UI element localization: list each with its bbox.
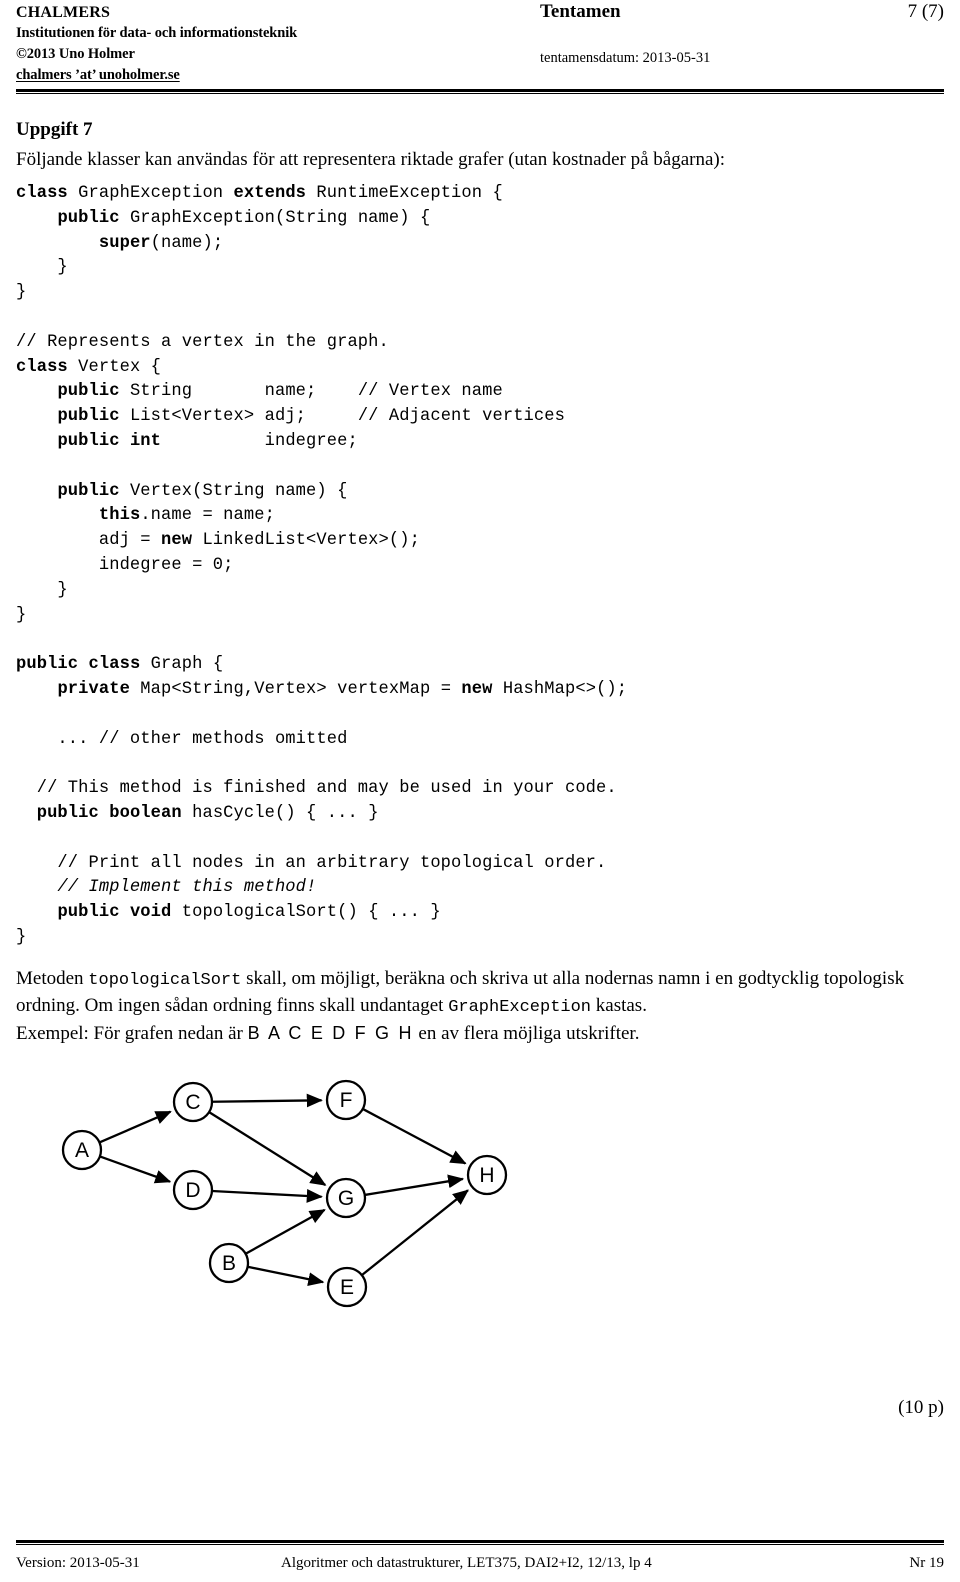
graph-node-label: F: [340, 1089, 353, 1112]
graph-edge-c-to-f: [211, 1093, 323, 1108]
header-left-block: CHALMERS Institutionen för data- och inf…: [16, 2, 297, 86]
task-points: (10 p): [898, 1397, 944, 1418]
graph-node-h: H: [466, 1155, 508, 1196]
graph-node-e: E: [326, 1267, 368, 1308]
directed-graph-figure: A B C D E F G H: [16, 1060, 944, 1310]
graph-node-d: D: [172, 1170, 214, 1211]
page-indicator: 7 (7): [907, 1, 944, 22]
graph-edge-layer: [98, 1093, 469, 1287]
desc-p2-part-a: Exempel: För grafen nedan är: [16, 1022, 248, 1044]
graph-node-label: H: [479, 1164, 494, 1187]
header-center-block: Tentamen tentamensdatum: 2013-05-31: [540, 0, 710, 68]
department-name: Institutionen för data- och informations…: [16, 25, 298, 41]
graph-edge-b-to-e: [247, 1265, 325, 1287]
task-intro: Följande klasser kan användas för att re…: [16, 149, 726, 170]
desc-method-name: topologicalSort: [88, 970, 242, 990]
footer-divider-thin: [16, 1544, 944, 1545]
graph-node-c: C: [172, 1082, 214, 1123]
task-title: Uppgift 7: [16, 119, 93, 140]
copyright-line: ©2013 Uno Holmer: [16, 46, 135, 62]
footer-course: Algoritmer och datastrukturer, LET375, D…: [281, 1555, 652, 1571]
desc-p1-part-a: Metoden: [16, 967, 89, 989]
footer-number: Nr 19: [909, 1555, 944, 1571]
footer-divider-thick: [16, 1540, 944, 1543]
graph-node-label: A: [75, 1139, 89, 1162]
desc-p1-part-c: kastas.: [591, 995, 647, 1017]
graph-node-label: D: [185, 1179, 200, 1202]
graph-node-label: G: [338, 1187, 354, 1210]
graph-edge-b-to-g: [245, 1209, 326, 1255]
graph-node-label: C: [185, 1091, 200, 1114]
page-header: CHALMERS Institutionen för data- och inf…: [16, 0, 944, 92]
task-content: Uppgift 7 Följande klasser kan användas …: [16, 118, 944, 1310]
header-divider-thin: [16, 93, 944, 94]
graph-edge-c-to-g: [208, 1111, 327, 1187]
description-paragraph-2: Exempel: För grafen nedan är B A C E D F…: [16, 1021, 944, 1047]
page-footer: Version: 2013-05-31 Algoritmer och datas…: [16, 1552, 944, 1576]
topological-order-example: B A C E D F G H: [247, 1022, 414, 1043]
graph-edge-a-to-d: [99, 1155, 172, 1184]
contact-email: chalmers ’at’ unoholmer.se: [16, 67, 180, 83]
exam-title: Tentamen: [540, 1, 621, 22]
graph-node-b: B: [208, 1243, 250, 1284]
header-divider-thick: [16, 89, 944, 92]
desc-p2-part-b: en av flera möjliga utskrifter.: [413, 1022, 640, 1044]
graph-node-label: E: [340, 1276, 354, 1299]
graph-node-f: F: [325, 1080, 367, 1121]
task-description: Metoden topologicalSort skall, om möjlig…: [16, 966, 944, 1047]
graph-node-a: A: [61, 1130, 103, 1171]
header-divider: [16, 89, 944, 94]
graph-edge-g-to-h: [364, 1174, 465, 1197]
description-paragraph-1: Metoden topologicalSort skall, om möjlig…: [16, 966, 944, 1021]
graph-node-g: G: [325, 1178, 367, 1219]
exam-date: tentamensdatum: 2013-05-31: [540, 50, 711, 66]
exam-page: CHALMERS Institutionen för data- och inf…: [0, 0, 960, 1582]
graph-edge-e-to-h: [361, 1189, 469, 1277]
footer-version: Version: 2013-05-31: [16, 1555, 140, 1571]
graph-node-layer: A B C D E F G H: [61, 1080, 508, 1308]
graph-edge-a-to-c: [98, 1110, 172, 1144]
graph-edge-d-to-g: [211, 1189, 323, 1204]
graph-diagram: A B C D E F G H: [61, 1080, 508, 1308]
graph-edge-f-to-h: [362, 1108, 467, 1165]
desc-exception-name: GraphException: [448, 998, 592, 1018]
graph-node-label: B: [222, 1252, 236, 1275]
java-code-block: class GraphException extends RuntimeExce…: [16, 184, 628, 947]
footer-divider: [16, 1540, 944, 1545]
organization-name: CHALMERS: [16, 4, 111, 21]
